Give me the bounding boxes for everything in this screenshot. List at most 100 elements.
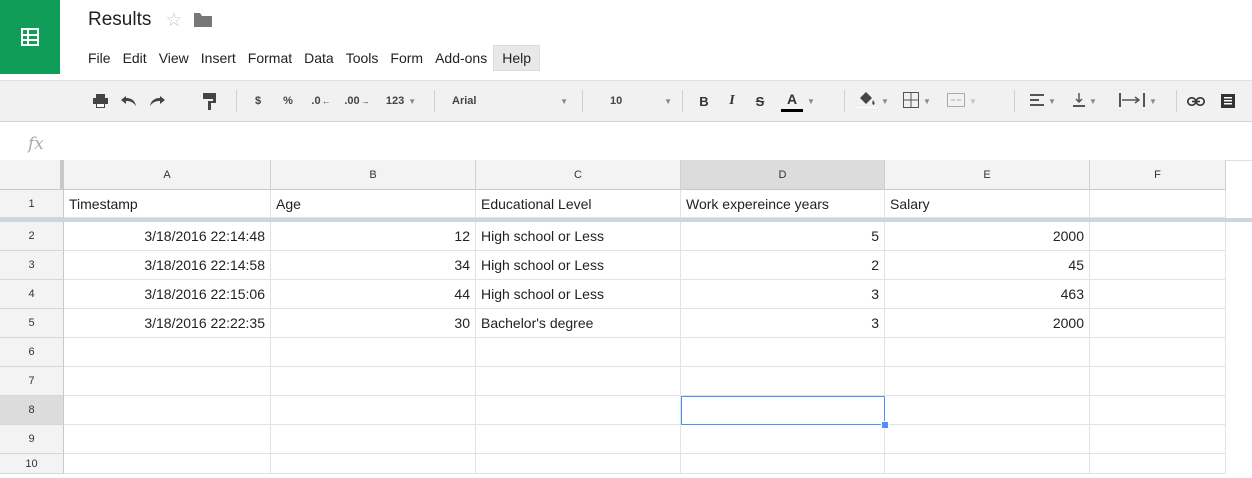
row-header-5[interactable]: 5 [0,309,64,338]
cell-b1[interactable]: Age [271,190,476,218]
cell-e5[interactable]: 2000 [885,309,1090,338]
cell-b6[interactable] [271,338,476,367]
cell-c8[interactable] [476,396,681,425]
vertical-align-button[interactable]: ▼ [1066,81,1104,121]
star-icon[interactable]: ☆ [165,11,182,30]
currency-format-button[interactable]: $ [248,81,268,121]
menu-insert[interactable]: Insert [195,45,242,71]
formula-input[interactable] [64,132,1244,152]
folder-icon[interactable] [194,13,213,27]
cell-b3[interactable]: 34 [271,251,476,280]
percent-format-button[interactable]: % [278,81,298,121]
cell-e8[interactable] [885,396,1090,425]
column-header-b[interactable]: B [271,160,476,190]
undo-icon[interactable] [116,81,142,121]
cell-f3[interactable] [1090,251,1226,280]
fill-color-button[interactable]: ▼ [852,81,894,121]
cell-c4[interactable]: High school or Less [476,280,681,309]
cell-d2[interactable]: 5 [681,222,885,251]
print-icon[interactable] [86,81,114,121]
cell-b8[interactable] [271,396,476,425]
sheets-logo[interactable] [0,0,60,74]
cell-b10[interactable] [271,454,476,474]
menu-help[interactable]: Help [493,45,541,71]
cell-d3[interactable]: 2 [681,251,885,280]
text-color-button[interactable]: A ▼ [776,81,820,121]
cell-e2[interactable]: 2000 [885,222,1090,251]
frozen-row-divider[interactable] [0,218,1252,222]
cell-a10[interactable] [64,454,271,474]
menu-data[interactable]: Data [298,45,340,71]
row-header-1[interactable]: 1 [0,190,64,218]
cell-d4[interactable]: 3 [681,280,885,309]
menu-form[interactable]: Form [384,45,429,71]
cell-d6[interactable] [681,338,885,367]
cell-c3[interactable]: High school or Less [476,251,681,280]
cell-f5[interactable] [1090,309,1226,338]
cell-b4[interactable]: 44 [271,280,476,309]
more-formats-dropdown[interactable]: 123 ▼ [378,81,424,121]
cell-a9[interactable] [64,425,271,454]
cell-f7[interactable] [1090,367,1226,396]
column-header-a[interactable]: A [64,160,271,190]
cell-e9[interactable] [885,425,1090,454]
cell-c9[interactable] [476,425,681,454]
italic-button[interactable]: I [720,81,744,121]
cell-a4[interactable]: 3/18/2016 22:15:06 [64,280,271,309]
cell-f6[interactable] [1090,338,1226,367]
cell-f10[interactable] [1090,454,1226,474]
borders-button[interactable]: ▼ [896,81,938,121]
cell-c6[interactable] [476,338,681,367]
cell-c1[interactable]: Educational Level [476,190,681,218]
cell-e3[interactable]: 45 [885,251,1090,280]
column-header-f[interactable]: F [1090,160,1226,190]
cell-e7[interactable] [885,367,1090,396]
menu-edit[interactable]: Edit [117,45,153,71]
cell-a1[interactable]: Timestamp [64,190,271,218]
cell-e6[interactable] [885,338,1090,367]
font-family-dropdown[interactable]: Arial ▼ [446,81,576,121]
cell-d9[interactable] [681,425,885,454]
cell-d7[interactable] [681,367,885,396]
cell-a8[interactable] [64,396,271,425]
cell-a2[interactable]: 3/18/2016 22:14:48 [64,222,271,251]
cell-b9[interactable] [271,425,476,454]
cell-f4[interactable] [1090,280,1226,309]
row-header-3[interactable]: 3 [0,251,64,280]
select-all-corner[interactable] [0,160,64,190]
cell-a6[interactable] [64,338,271,367]
row-header-4[interactable]: 4 [0,280,64,309]
cell-c2[interactable]: High school or Less [476,222,681,251]
cell-a5[interactable]: 3/18/2016 22:22:35 [64,309,271,338]
cell-e1[interactable]: Salary [885,190,1090,218]
cell-f8[interactable] [1090,396,1226,425]
horizontal-align-button[interactable]: ▼ [1022,81,1064,121]
cell-c7[interactable] [476,367,681,396]
menu-file[interactable]: File [82,45,117,71]
fill-handle[interactable] [881,421,889,429]
cell-d1[interactable]: Work expereince years [681,190,885,218]
row-header-10[interactable]: 10 [0,454,64,474]
font-size-dropdown[interactable]: 10 ▼ [592,81,674,121]
cell-c10[interactable] [476,454,681,474]
column-header-c[interactable]: C [476,160,681,190]
decrease-decimal-button[interactable]: .0 ← [306,81,336,121]
paint-format-icon[interactable] [198,81,220,121]
text-wrapping-button[interactable]: ▼ [1106,81,1170,121]
column-header-e[interactable]: E [885,160,1090,190]
redo-icon[interactable] [144,81,170,121]
insert-link-icon[interactable] [1182,81,1210,121]
row-header-9[interactable]: 9 [0,425,64,454]
cell-e10[interactable] [885,454,1090,474]
row-header-7[interactable]: 7 [0,367,64,396]
cell-c5[interactable]: Bachelor's degree [476,309,681,338]
cell-a3[interactable]: 3/18/2016 22:14:58 [64,251,271,280]
row-header-8[interactable]: 8 [0,396,64,425]
bold-button[interactable]: B [692,81,716,121]
row-header-6[interactable]: 6 [0,338,64,367]
merge-cells-button[interactable]: ▼ [940,81,984,121]
menu-add-ons[interactable]: Add-ons [429,45,493,71]
cell-d10[interactable] [681,454,885,474]
cell-b5[interactable]: 30 [271,309,476,338]
strikethrough-button[interactable]: S [748,81,772,121]
